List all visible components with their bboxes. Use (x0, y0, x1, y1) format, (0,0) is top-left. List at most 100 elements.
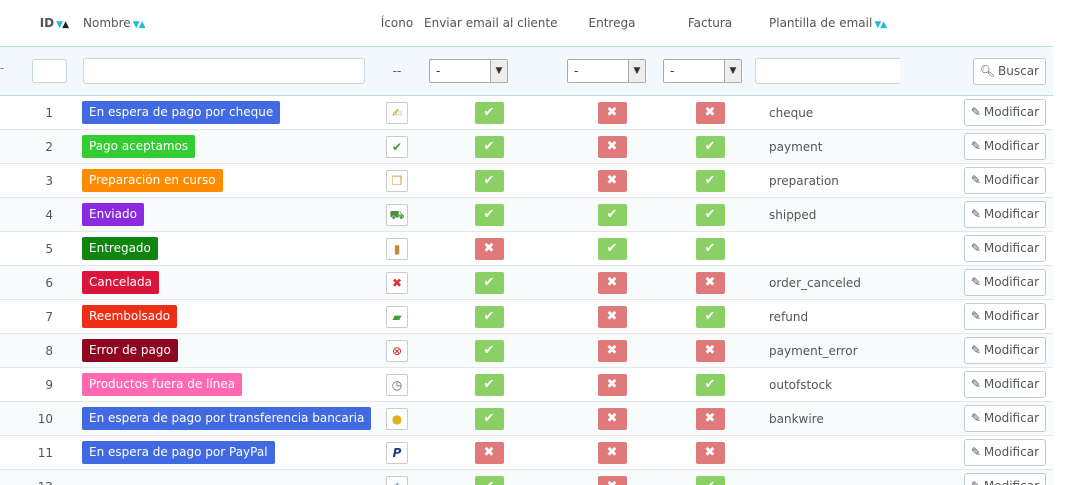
row-template: payment_error (750, 333, 900, 368)
send-email-toggle[interactable]: ✔ (474, 339, 504, 362)
edit-button[interactable]: ✎Modificar (963, 99, 1046, 126)
delivery-toggle[interactable]: ✖ (597, 441, 627, 464)
edit-button[interactable]: ✎Modificar (963, 133, 1046, 160)
invoice-toggle[interactable]: ✔ (695, 135, 725, 158)
send-email-status-icon: ✖ (483, 240, 495, 256)
send-email-cell: ✔ (424, 333, 554, 368)
chevron-down-icon[interactable]: ▼ (490, 60, 507, 82)
edit-button[interactable]: ✎Modificar (963, 235, 1046, 262)
table-row[interactable]: 9 Productos fuera de línea ◷ ✔ ✖ ✔ outof… (0, 367, 1053, 402)
col-name-header[interactable]: Nombre ▼▲ (70, 0, 370, 47)
pencil-icon: ✎ (970, 343, 981, 357)
invoice-toggle[interactable]: ✔ (695, 475, 725, 485)
delivery-toggle[interactable]: ✖ (597, 407, 627, 430)
invoice-toggle[interactable]: ✔ (695, 373, 725, 396)
edit-button[interactable]: ✎Modificar (963, 405, 1046, 432)
invoice-toggle[interactable]: ✔ (695, 305, 725, 328)
send-email-status-icon: ✔ (483, 342, 495, 358)
send-email-toggle[interactable]: ✔ (474, 135, 504, 158)
scrollbar[interactable] (1053, 0, 1077, 485)
chevron-down-icon[interactable]: ▼ (628, 60, 645, 82)
send-email-toggle[interactable]: ✖ (474, 237, 504, 260)
send-email-toggle[interactable]: ✔ (474, 407, 504, 430)
delivery-toggle[interactable]: ✖ (597, 475, 627, 485)
table-row[interactable]: 11 En espera de pago por PayPal P ✖ ✖ ✖ … (0, 435, 1053, 470)
pencil-icon: ✎ (970, 207, 981, 221)
edit-button[interactable]: ✎Modificar (963, 473, 1046, 485)
delivery-toggle[interactable]: ✖ (597, 339, 627, 362)
edit-button[interactable]: ✎Modificar (963, 439, 1046, 466)
table-row[interactable]: 2 Pago aceptamos ✔ ✔ ✖ ✔ payment ✎ Modifi… (0, 129, 1053, 164)
invoice-toggle[interactable]: ✖ (695, 101, 725, 124)
chevron-down-icon[interactable]: ▼ (724, 60, 741, 82)
table-row[interactable]: 6 Cancelada ✖ ✔ ✖ ✖ order_canceled ✎ Modi… (0, 265, 1053, 300)
table-row[interactable]: 8 Error de pago ⊗ ✔ ✖ ✖ payment_error ✎ M… (0, 333, 1053, 368)
invoice-toggle[interactable]: ✖ (695, 407, 725, 430)
send-email-toggle[interactable]: ✔ (474, 169, 504, 192)
sort-asc-icon[interactable]: ▲ (139, 20, 146, 30)
row-template: refund (750, 299, 900, 334)
status-badge: Pago aceptamos (82, 135, 196, 158)
edit-button[interactable]: ✎Modificar (963, 337, 1046, 364)
delivery-toggle[interactable]: ✔ (597, 237, 627, 260)
table-row[interactable]: 10 En espera de pago por transferencia b… (0, 401, 1053, 436)
row-icon-cell: ▮ (370, 231, 424, 266)
table-row[interactable]: 7 Reembolsado ▰ ✔ ✖ ✔ refund ✎ Modificar (0, 299, 1053, 334)
invoice-status-icon: ✖ (704, 410, 716, 426)
delivery-toggle[interactable]: ✖ (597, 271, 627, 294)
filter-name-input[interactable] (83, 58, 365, 84)
table-row[interactable]: 3 Preparación en curso ❒ ✔ ✖ ✔ preparati… (0, 163, 1053, 198)
row-actions-cell: ✎Modificar (900, 129, 1053, 164)
send-email-toggle[interactable]: ✔ (474, 305, 504, 328)
send-email-toggle[interactable]: ✔ (474, 373, 504, 396)
send-email-toggle[interactable]: ✔ (474, 203, 504, 226)
invoice-toggle[interactable]: ✖ (695, 441, 725, 464)
delivery-status-icon: ✖ (606, 342, 618, 358)
edit-button[interactable]: ✎Modificar (963, 201, 1046, 228)
sort-asc-icon[interactable]: ▲ (880, 20, 887, 30)
invoice-status-icon: ✔ (705, 479, 716, 485)
row-actions-cell: ✎Modificar (900, 401, 1053, 436)
sort-arrows-template[interactable]: ▼▲ (874, 20, 887, 30)
invoice-toggle[interactable]: ✖ (695, 271, 725, 294)
send-email-toggle[interactable]: ✔ (474, 271, 504, 294)
delivery-cell: ✖ (554, 129, 670, 164)
send-email-status-icon: ✔ (483, 138, 495, 154)
row-name-cell: Productos fuera de línea (70, 367, 370, 402)
edit-button[interactable]: ✎Modificar (963, 269, 1046, 296)
edit-button[interactable]: ✎Modificar (963, 167, 1046, 194)
delivery-toggle[interactable]: ✖ (597, 135, 627, 158)
sort-arrows-id[interactable]: ▼▲ (56, 20, 69, 30)
delivery-toggle[interactable]: ✖ (597, 101, 627, 124)
edit-button-label: Modificar (983, 105, 1039, 119)
invoice-toggle[interactable]: ✔ (695, 203, 725, 226)
send-email-toggle[interactable]: ✔ (474, 101, 504, 124)
delivery-cell: ✖ (554, 299, 670, 334)
edit-button[interactable]: ✎Modificar (963, 303, 1046, 330)
col-template-header[interactable]: Plantilla de email ▼▲ (750, 0, 900, 47)
filter-delivery-select[interactable]: - ▼ (567, 59, 646, 83)
table-row[interactable]: 12 ✍ ✔ ✖ ✔ ✎Modificar (0, 469, 1053, 485)
edit-button[interactable]: ✎Modificar (963, 371, 1046, 398)
table-row[interactable]: 5 Entregado ▮ ✖ ✔ ✔ ✎ Modificar (0, 231, 1053, 266)
delivery-toggle[interactable]: ✖ (597, 373, 627, 396)
delivery-toggle[interactable]: ✖ (597, 305, 627, 328)
filter-invoice-select[interactable]: - ▼ (663, 59, 742, 83)
sort-arrows-name[interactable]: ▼▲ (133, 20, 146, 30)
table-row[interactable]: 4 Enviado ⛟ ✔ ✔ ✔ shipped ✎ Modificar (0, 197, 1053, 232)
col-id-header[interactable]: ID ▼▲ (0, 0, 70, 47)
invoice-toggle[interactable]: ✔ (695, 169, 725, 192)
send-email-toggle[interactable]: ✔ (474, 475, 504, 485)
delivery-toggle[interactable]: ✔ (597, 203, 627, 226)
invoice-toggle[interactable]: ✔ (695, 237, 725, 260)
delivery-toggle[interactable]: ✖ (597, 169, 627, 192)
invoice-toggle[interactable]: ✖ (695, 339, 725, 362)
filter-id-input[interactable] (32, 59, 67, 83)
search-button[interactable]: 🔍︎ Buscar (972, 57, 1046, 85)
table-row[interactable]: 1 En espera de pago por cheque ✍ ✔ ✖ ✖ c… (0, 95, 1053, 130)
filter-template-input[interactable] (755, 58, 907, 84)
sort-asc-icon-active[interactable]: ▲ (62, 20, 69, 30)
send-email-toggle[interactable]: ✖ (474, 441, 504, 464)
delivery-status-icon: ✖ (606, 104, 618, 120)
filter-send-email-select[interactable]: - ▼ (429, 59, 508, 83)
